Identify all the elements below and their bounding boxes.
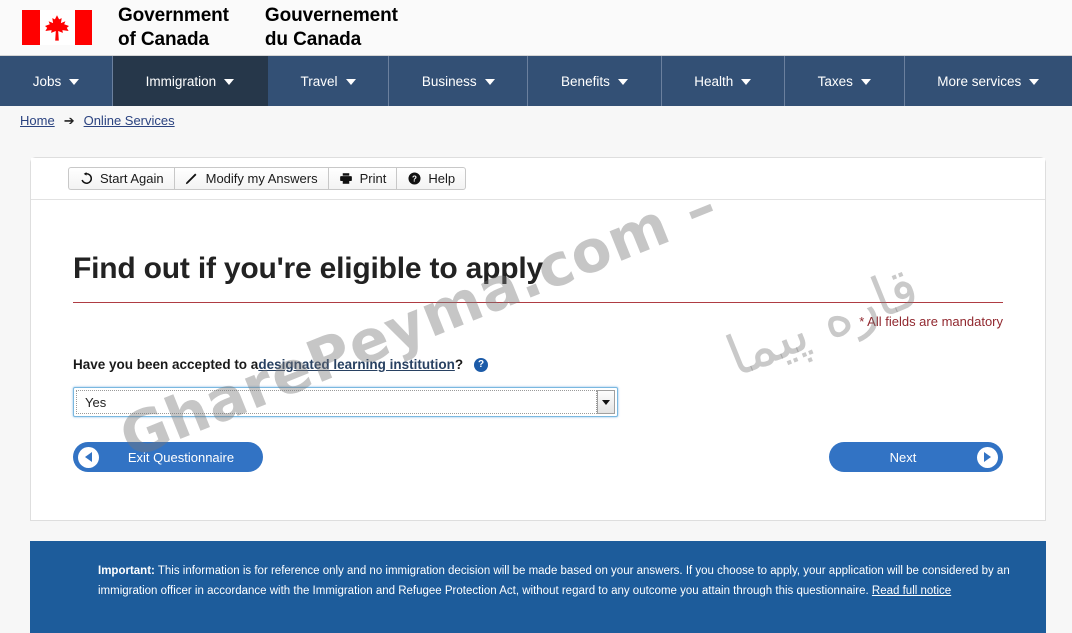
printer-icon	[339, 172, 353, 186]
nav-label: Benefits	[561, 73, 610, 89]
question-label: Have you been accepted to a designated l…	[73, 357, 1003, 372]
questionnaire-body: Find out if you're eligible to apply * A…	[31, 200, 1045, 520]
nav-item-taxes[interactable]: Taxes	[785, 56, 905, 106]
notice-label: Important:	[98, 565, 155, 577]
modify-answers-label: Modify my Answers	[205, 171, 318, 186]
important-notice: Important: This information is for refer…	[30, 541, 1046, 633]
select-chevron-down-icon[interactable]	[597, 390, 615, 414]
nav-item-health[interactable]: Health	[662, 56, 785, 106]
next-label: Next	[889, 449, 917, 465]
brand-fr-line2: du Canada	[264, 28, 362, 50]
modify-answers-button[interactable]: Modify my Answers	[173, 167, 328, 190]
arrow-right-icon: ➔	[63, 112, 75, 128]
chevron-down-icon	[345, 79, 356, 85]
brand-fr-line1: Gouvernement	[264, 5, 398, 27]
mandatory-note: * All fields are mandatory	[859, 314, 1003, 329]
start-again-label: Start Again	[100, 171, 164, 186]
breadcrumb-home[interactable]: Home	[20, 113, 55, 128]
print-button[interactable]: Print	[327, 167, 397, 190]
questionnaire-toolbar: Start Again Modify my Answers Print ? He…	[31, 158, 1045, 200]
refresh-icon	[79, 172, 93, 186]
start-again-button[interactable]: Start Again	[68, 167, 174, 190]
pencil-icon	[185, 172, 199, 186]
question-prefix: Have you been accepted to a	[73, 357, 259, 372]
main-navigation: Jobs Immigration Travel Business Benefit…	[0, 55, 1072, 106]
nav-item-immigration[interactable]: Immigration	[112, 56, 268, 106]
designated-learning-institution-link[interactable]: designated learning institution	[258, 357, 455, 372]
brand-en-line2: of Canada	[118, 28, 209, 50]
nav-item-travel[interactable]: Travel	[268, 56, 390, 106]
brand-header: Government of Canada Gouvernement du Can…	[0, 0, 1072, 55]
help-label: Help	[428, 171, 456, 186]
chevron-down-icon	[860, 79, 871, 85]
arrow-right-icon	[977, 446, 998, 468]
nav-label: Taxes	[817, 73, 853, 89]
svg-text:?: ?	[412, 174, 417, 183]
brand-wordmark-fr: Gouvernement du Canada	[265, 4, 398, 50]
help-circle-icon: ?	[407, 172, 421, 186]
brand-wordmark: Government of Canada Gouvernement du Can…	[118, 4, 398, 50]
breadcrumb-online-services[interactable]: Online Services	[84, 113, 175, 128]
read-full-notice-link[interactable]: Read full notice	[872, 585, 951, 597]
chevron-down-icon	[741, 79, 752, 85]
canada-flag-icon	[22, 10, 92, 45]
chevron-down-icon	[484, 79, 495, 85]
brand-en-line1: Government	[118, 5, 229, 27]
chevron-down-icon	[224, 79, 235, 85]
chevron-down-icon	[1029, 79, 1040, 85]
nav-label: More services	[937, 73, 1022, 89]
nav-label: Immigration	[145, 73, 217, 89]
nav-label: Jobs	[32, 73, 62, 89]
nav-label: Health	[694, 73, 734, 89]
nav-label: Business	[421, 73, 477, 89]
nav-item-more-services[interactable]: More services	[905, 56, 1072, 106]
print-label: Print	[359, 171, 387, 186]
question-suffix: ?	[454, 357, 464, 372]
breadcrumb: Home ➔ Online Services	[0, 106, 1072, 134]
exit-questionnaire-label: Exit Questionnaire	[127, 449, 235, 465]
help-button[interactable]: ? Help	[396, 167, 467, 190]
brand-wordmark-en: Government of Canada	[118, 4, 229, 50]
question-help-icon[interactable]: ?	[474, 357, 489, 372]
nav-item-benefits[interactable]: Benefits	[528, 56, 662, 106]
nav-item-jobs[interactable]: Jobs	[0, 56, 113, 106]
form-actions: Exit Questionnaire Next	[73, 442, 1003, 518]
next-button[interactable]: Next	[829, 442, 1003, 472]
chevron-down-icon	[69, 79, 80, 85]
select-value[interactable]: Yes	[76, 390, 597, 414]
exit-questionnaire-button[interactable]: Exit Questionnaire	[73, 442, 263, 472]
page-title: Find out if you're eligible to apply	[73, 252, 1003, 303]
eligibility-select[interactable]: Yes	[73, 387, 618, 417]
nav-label: Travel	[300, 73, 338, 89]
nav-item-business[interactable]: Business	[389, 56, 529, 106]
chevron-down-icon	[617, 79, 628, 85]
content-panel: Start Again Modify my Answers Print ? He…	[30, 157, 1046, 521]
arrow-left-icon	[78, 446, 99, 468]
